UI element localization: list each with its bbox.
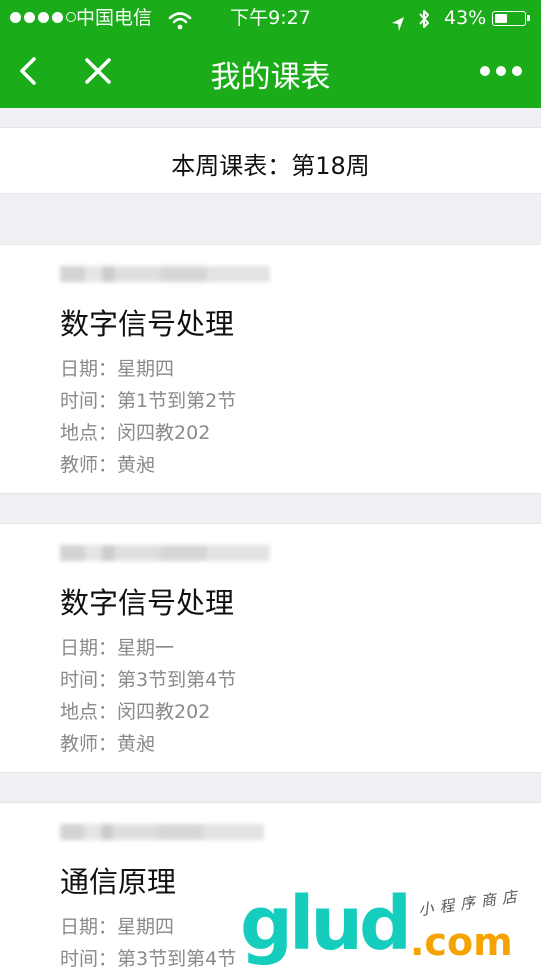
course-card[interactable]: 数字信号处理 日期：星期四 时间：第1节到第2节 地点：闵四教202 教师：黄昶 — [0, 244, 541, 494]
watermark-tagline: 小程序商店 — [417, 886, 524, 920]
course-teacher: 教师：黄昶 — [60, 733, 156, 755]
more-dots-icon — [480, 66, 522, 76]
week-header: 本周课表：第18周 — [0, 127, 541, 194]
course-card[interactable]: 数字信号处理 日期：星期一 时间：第3节到第4节 地点：闵四教202 教师：黄昶 — [0, 523, 541, 773]
course-place: 地点：闵四教202 — [60, 422, 211, 444]
redacted-text — [60, 266, 270, 282]
course-date: 日期：星期四 — [60, 916, 175, 938]
course-name: 通信原理 — [60, 865, 177, 899]
course-place: 地点：闵四教202 — [60, 701, 211, 723]
course-name: 数字信号处理 — [60, 586, 235, 620]
week-label: 本周课表：第18周 — [171, 152, 370, 180]
course-time: 时间：第3节到第4节 — [60, 948, 237, 970]
top-bar: 中国电信 下午9:27 43% 我的课表 — [0, 0, 541, 108]
redacted-text — [60, 824, 264, 840]
course-time: 时间：第1节到第2节 — [60, 390, 237, 412]
more-button[interactable] — [478, 63, 524, 79]
course-teacher: 教师：黄昶 — [60, 454, 156, 476]
nav-bar: 我的课表 — [0, 36, 541, 108]
course-date: 日期：星期一 — [60, 637, 175, 659]
redacted-text — [60, 545, 270, 561]
course-date: 日期：星期四 — [60, 358, 175, 380]
watermark-main: glud — [240, 881, 412, 967]
watermark-suffix: .com — [410, 920, 513, 964]
page-title: 我的课表 — [210, 60, 331, 95]
watermark-logo: glud 小程序商店 .com — [240, 881, 540, 967]
battery-percent: 43% — [444, 7, 487, 29]
course-name: 数字信号处理 — [60, 307, 235, 341]
status-bar: 中国电信 下午9:27 43% — [0, 0, 541, 36]
battery-icon — [492, 11, 530, 26]
course-time: 时间：第3节到第4节 — [60, 669, 237, 691]
